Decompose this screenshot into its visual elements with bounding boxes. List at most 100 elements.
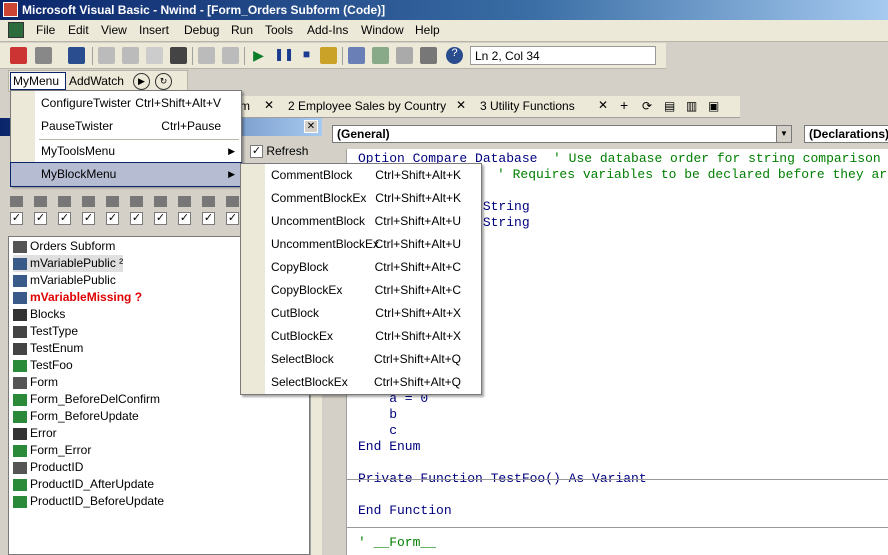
addwatch-button[interactable]: AddWatch	[69, 74, 124, 88]
tab-close-icon[interactable]: ✕	[264, 98, 274, 112]
project-explorer-icon[interactable]	[348, 47, 365, 64]
refresh-checkbox[interactable]: ✓	[250, 145, 263, 159]
menu-item-copyblock[interactable]: CopyBlock Ctrl+Shift+Alt+C	[241, 256, 481, 279]
menu-item-pausetwister[interactable]: PauseTwister Ctrl+Pause	[11, 115, 241, 138]
menu-item-cutblock[interactable]: CutBlock Ctrl+Shift+Alt+X	[241, 302, 481, 325]
menu-view[interactable]: View	[101, 23, 127, 37]
run-icon[interactable]: ▶	[250, 47, 267, 64]
filter-checkbox[interactable]: ✓	[10, 212, 23, 225]
break-icon[interactable]: ❚❚	[274, 47, 294, 64]
step-over-icon[interactable]: ↻	[155, 73, 172, 90]
menu-item-selectblockex[interactable]: SelectBlockEx Ctrl+Shift+Alt+Q	[241, 371, 481, 394]
filter-checkbox[interactable]: ✓	[58, 212, 71, 225]
reset-icon[interactable]: ■	[298, 47, 315, 64]
menu-file[interactable]: File	[36, 23, 55, 37]
properties-icon[interactable]	[372, 47, 389, 64]
filter-checkbox[interactable]: ✓	[226, 212, 239, 225]
paste-icon[interactable]	[146, 47, 163, 64]
tree-item[interactable]: TestEnum	[13, 340, 83, 357]
tree-item[interactable]: Form_Error	[13, 442, 91, 459]
split-icon[interactable]: ▥	[686, 99, 697, 113]
tree-item[interactable]: Form	[13, 374, 58, 391]
procedure-combo[interactable]: (Declarations)	[804, 125, 888, 143]
toolbox-icon[interactable]	[420, 47, 437, 64]
redo-icon[interactable]	[222, 47, 239, 64]
save-icon[interactable]	[68, 47, 85, 64]
menu-item-shortcut: Ctrl+Shift+Alt+K	[375, 191, 461, 205]
access-icon[interactable]	[8, 22, 24, 38]
menu-item-selectblock[interactable]: SelectBlock Ctrl+Shift+Alt+Q	[241, 348, 481, 371]
menu-debug[interactable]: Debug	[184, 23, 219, 37]
view-access-icon[interactable]	[10, 47, 27, 64]
tree-item[interactable]: TestFoo	[13, 357, 73, 374]
window-icon[interactable]: ▣	[708, 99, 719, 113]
undo-icon[interactable]	[198, 47, 215, 64]
tree-item[interactable]: Form_BeforeUpdate	[13, 408, 139, 425]
menu-item-copyblockex[interactable]: CopyBlockEx Ctrl+Shift+Alt+C	[241, 279, 481, 302]
tree-item[interactable]: TestType	[13, 323, 78, 340]
tree-item[interactable]: ProductID_AfterUpdate	[13, 476, 154, 493]
tab-employee-sales[interactable]: 2 Employee Sales by Country	[288, 99, 446, 113]
menu-window[interactable]: Window	[361, 23, 404, 37]
menu-item-uncommentblockex[interactable]: UncommentBlockEx Ctrl+Shift+Alt+U	[241, 233, 481, 256]
tree-item[interactable]: ProductID_BeforeUpdate	[13, 493, 164, 510]
tree-item[interactable]: Error	[13, 425, 57, 442]
mymenu-button[interactable]: MyMenu ▼	[10, 72, 66, 101]
tree-item[interactable]: Form_BeforeDelConfirm	[13, 391, 160, 408]
menu-item-commentblock[interactable]: CommentBlock Ctrl+Shift+Alt+K	[241, 164, 481, 187]
filter-checkbox[interactable]: ✓	[34, 212, 47, 225]
close-icon[interactable]: ✕	[304, 120, 318, 133]
object-combo-value: (General)	[337, 127, 390, 141]
tree-item[interactable]: ProductID	[13, 459, 83, 476]
tree-item[interactable]: mVariableMissing ?	[13, 289, 142, 306]
menu-item-label: SelectBlock	[271, 352, 334, 366]
object-browser-icon[interactable]	[396, 47, 413, 64]
menu-item-mytoolsmenu[interactable]: MyToolsMenu ▶	[11, 140, 241, 163]
menu-run[interactable]: Run	[231, 23, 253, 37]
menu-item-commentblockex[interactable]: CommentBlockEx Ctrl+Shift+Alt+K	[241, 187, 481, 210]
code-line: ' __Form__	[358, 535, 437, 550]
refresh-tabs-icon[interactable]: ⟳	[642, 99, 652, 113]
step-icon[interactable]: ▶	[133, 73, 150, 90]
menu-item-shortcut: Ctrl+Shift+Alt+K	[375, 168, 461, 182]
filter-checkbox[interactable]: ✓	[178, 212, 191, 225]
filter-checkbox[interactable]: ✓	[130, 212, 143, 225]
help-icon[interactable]: ?	[446, 47, 463, 64]
filter-checkbox[interactable]: ✓	[106, 212, 119, 225]
menu-tools[interactable]: Tools	[265, 23, 293, 37]
tab-close-icon[interactable]: ✕	[598, 98, 608, 112]
tab-close-icon[interactable]: ✕	[456, 98, 466, 112]
menu-item-uncommentblock[interactable]: UncommentBlock Ctrl+Shift+Alt+U	[241, 210, 481, 233]
menu-item-shortcut: Ctrl+Shift+Alt+X	[375, 306, 461, 320]
menu-addins[interactable]: Add-Ins	[307, 23, 348, 37]
menu-item-cutblockex[interactable]: CutBlockEx Ctrl+Shift+Alt+X	[241, 325, 481, 348]
filter-checkbox[interactable]: ✓	[202, 212, 215, 225]
cut-icon[interactable]	[98, 47, 115, 64]
tree-item[interactable]: Orders Subform	[13, 238, 115, 255]
filter-checkbox[interactable]: ✓	[154, 212, 167, 225]
menu-item-label: MyToolsMenu	[41, 144, 116, 158]
object-combo[interactable]: (General) ▼	[332, 125, 792, 143]
menu-item-configuretwister[interactable]: ConfigureTwister Ctrl+Shift+Alt+V	[11, 92, 241, 115]
design-mode-icon[interactable]	[320, 47, 337, 64]
property-icon	[13, 376, 27, 389]
menu-item-label: CopyBlockEx	[271, 283, 343, 297]
filter-checkbox[interactable]: ✓	[82, 212, 95, 225]
menu-item-myblockmenu[interactable]: MyBlockMenu ▶	[10, 162, 242, 187]
menu-edit[interactable]: Edit	[68, 23, 89, 37]
tree-item[interactable]: mVariablePublic ²	[13, 255, 124, 272]
tree-item[interactable]: mVariablePublic	[13, 272, 116, 289]
tree-item-label: mVariableMissing ?	[30, 290, 143, 304]
refresh-toggle[interactable]: ✓ Refresh	[250, 144, 308, 159]
menu-insert[interactable]: Insert	[139, 23, 169, 37]
tile-icon[interactable]: ▤	[664, 99, 675, 113]
code-line: b	[358, 407, 398, 422]
new-tab-icon[interactable]: +	[620, 97, 628, 113]
copy-icon[interactable]	[122, 47, 139, 64]
menu-help[interactable]: Help	[415, 23, 440, 37]
insert-module-icon[interactable]	[35, 47, 52, 64]
chevron-down-icon[interactable]: ▼	[776, 126, 791, 142]
find-icon[interactable]	[170, 47, 187, 64]
tab-utility-functions[interactable]: 3 Utility Functions	[480, 99, 575, 113]
tree-item[interactable]: Blocks	[13, 306, 65, 323]
